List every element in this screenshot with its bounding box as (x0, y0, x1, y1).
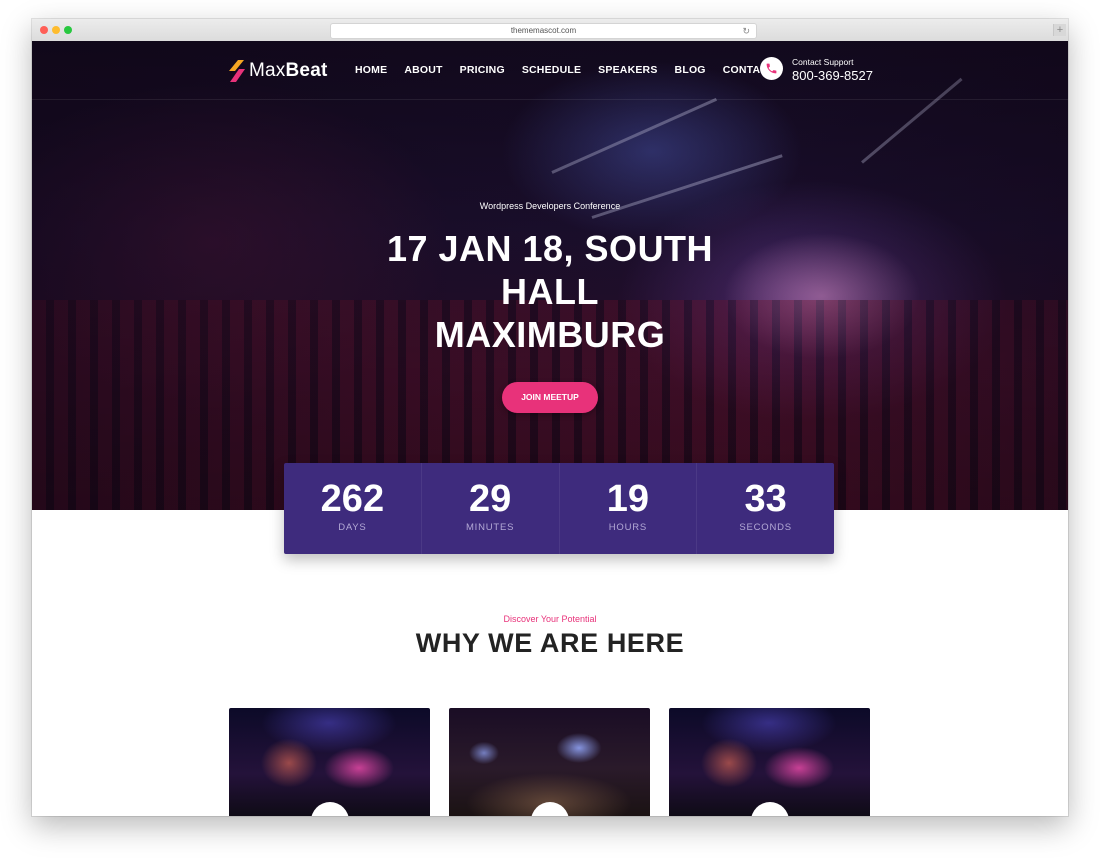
hero-section: MaxBeat HOME ABOUT PRICING SCHEDULE SPEA… (32, 41, 1068, 510)
support-label: Contact Support (792, 57, 854, 67)
countdown-label: MINUTES (465, 522, 515, 533)
countdown-value: 29 (468, 478, 512, 520)
nav-item-home[interactable]: HOME (355, 64, 387, 76)
feature-card-icon-circle (751, 802, 789, 816)
join-meetup-button[interactable]: JOIN MEETUP (502, 382, 598, 413)
countdown-label: SECONDS (739, 522, 792, 533)
address-bar-url: thememascot.com (510, 26, 577, 35)
countdown-minutes: 29 MINUTES (420, 463, 559, 554)
feature-card[interactable] (669, 708, 870, 816)
minimize-window-button[interactable] (52, 26, 60, 34)
countdown-value: 262 (320, 478, 385, 520)
feature-card[interactable] (449, 708, 650, 816)
reload-icon[interactable]: ↻ (742, 24, 750, 38)
countdown-seconds: 33 SECONDS (696, 463, 834, 554)
feature-card-icon-circle (311, 802, 349, 816)
logo-icon (229, 60, 245, 82)
hero-headline-line: HALL (501, 271, 599, 312)
support-phone-number[interactable]: 800-369-8527 (792, 68, 873, 83)
countdown-timer: 262 DAYS 29 MINUTES 19 HOURS 33 SECONDS (284, 463, 834, 554)
feature-card[interactable] (229, 708, 430, 816)
close-window-button[interactable] (40, 26, 48, 34)
address-bar[interactable]: thememascot.com ↻ (330, 23, 757, 39)
new-tab-button[interactable]: + (1053, 24, 1066, 36)
phone-button[interactable] (760, 57, 783, 80)
hero-eyebrow: Wordpress Developers Conference (479, 201, 621, 211)
countdown-hours: 19 HOURS (558, 463, 697, 554)
hero-headline-line: MAXIMBURG (434, 314, 666, 355)
countdown-value: 19 (606, 478, 650, 520)
nav-item-speakers[interactable]: SPEAKERS (598, 64, 657, 76)
browser-window: thememascot.com ↻ + MaxBeat HOME ABOUT P… (32, 19, 1068, 816)
maximize-window-button[interactable] (64, 26, 72, 34)
feature-card-icon-circle (531, 802, 569, 816)
nav-item-pricing[interactable]: PRICING (460, 64, 505, 76)
phone-icon (766, 63, 777, 74)
section-title: WHY WE ARE HERE (415, 628, 685, 658)
top-navbar: MaxBeat HOME ABOUT PRICING SCHEDULE SPEA… (32, 41, 1068, 100)
logo-text: MaxBeat (249, 60, 328, 81)
section-subtitle: Discover Your Potential (503, 614, 597, 624)
hero-headline-line: 17 JAN 18, SOUTH (386, 228, 714, 269)
site-logo[interactable]: MaxBeat (228, 58, 327, 84)
nav-item-about[interactable]: ABOUT (404, 64, 442, 76)
nav-item-blog[interactable]: BLOG (675, 64, 706, 76)
nav-item-schedule[interactable]: SCHEDULE (522, 64, 581, 76)
countdown-days: 262 DAYS (284, 463, 421, 554)
browser-toolbar: thememascot.com ↻ + (32, 19, 1068, 42)
hero-headline: 17 JAN 18, SOUTH HALL MAXIMBURG (350, 227, 750, 356)
countdown-label: DAYS (338, 522, 367, 533)
contact-support: Contact Support 800-369-8527 (760, 57, 960, 87)
countdown-value: 33 (744, 478, 787, 520)
countdown-label: HOURS (608, 522, 648, 533)
main-nav: HOME ABOUT PRICING SCHEDULE SPEAKERS BLO… (355, 64, 792, 76)
